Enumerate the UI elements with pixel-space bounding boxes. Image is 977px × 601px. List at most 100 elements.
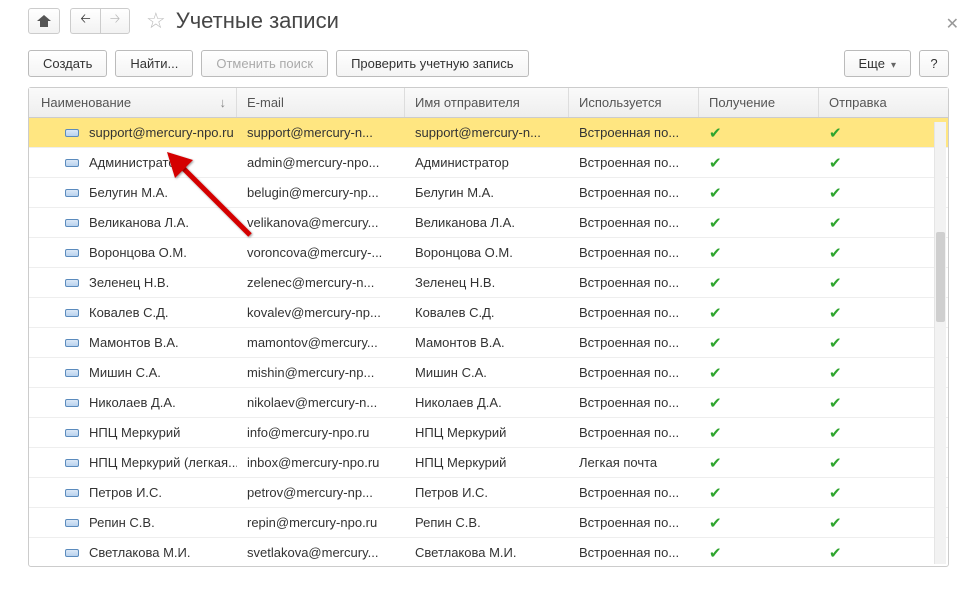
cell-receive: ✔ xyxy=(699,184,819,202)
cell-used: Встроенная по... xyxy=(569,485,699,500)
cell-send: ✔ xyxy=(819,124,929,142)
check-icon: ✔ xyxy=(709,455,722,472)
find-button[interactable]: Найти... xyxy=(115,50,193,77)
forward-button[interactable]: 🡢 xyxy=(100,8,130,34)
cell-send: ✔ xyxy=(819,334,929,352)
cell-name: Великанова Л.А. xyxy=(89,215,189,230)
cell-name: support@mercury-npo.ru xyxy=(89,125,234,140)
create-button[interactable]: Создать xyxy=(28,50,107,77)
cell-used: Встроенная по... xyxy=(569,515,699,530)
cell-email: kovalev@mercury-np... xyxy=(237,305,405,320)
account-icon xyxy=(65,519,79,527)
cell-email: belugin@mercury-np... xyxy=(237,185,405,200)
page-title: Учетные записи xyxy=(176,8,339,34)
check-icon: ✔ xyxy=(829,485,842,502)
cell-sender: Воронцова О.М. xyxy=(405,245,569,260)
check-icon: ✔ xyxy=(829,395,842,412)
table-row[interactable]: НПЦ Меркурий (легкая...inbox@mercury-npo… xyxy=(29,448,948,478)
check-icon: ✔ xyxy=(709,365,722,382)
column-header-sender[interactable]: Имя отправителя xyxy=(405,88,569,117)
help-button[interactable]: ? xyxy=(919,50,949,77)
favorite-star-icon[interactable]: ☆ xyxy=(146,8,166,34)
cell-sender: Ковалев С.Д. xyxy=(405,305,569,320)
cell-sender: Мамонтов В.А. xyxy=(405,335,569,350)
cell-email: voroncova@mercury-... xyxy=(237,245,405,260)
cell-sender: Николаев Д.А. xyxy=(405,395,569,410)
check-icon: ✔ xyxy=(709,545,722,562)
column-header-email[interactable]: E-mail xyxy=(237,88,405,117)
cell-email: mishin@mercury-np... xyxy=(237,365,405,380)
column-header-used[interactable]: Используется xyxy=(569,88,699,117)
cell-used: Встроенная по... xyxy=(569,365,699,380)
cell-send: ✔ xyxy=(819,214,929,232)
check-icon: ✔ xyxy=(829,125,842,142)
check-icon: ✔ xyxy=(829,185,842,202)
cell-sender: Мишин С.А. xyxy=(405,365,569,380)
table-row[interactable]: НПЦ Меркурийinfo@mercury-npo.ruНПЦ Мерку… xyxy=(29,418,948,448)
cell-used: Легкая почта xyxy=(569,455,699,470)
cell-send: ✔ xyxy=(819,364,929,382)
cell-receive: ✔ xyxy=(699,364,819,382)
cell-used: Встроенная по... xyxy=(569,275,699,290)
account-icon xyxy=(65,129,79,137)
table-row[interactable]: Белугин М.А.belugin@mercury-np...Белугин… xyxy=(29,178,948,208)
check-icon: ✔ xyxy=(709,185,722,202)
cell-send: ✔ xyxy=(819,274,929,292)
more-button[interactable]: Еще xyxy=(844,50,911,77)
table-row[interactable]: Петров И.С.petrov@mercury-np...Петров И.… xyxy=(29,478,948,508)
check-icon: ✔ xyxy=(709,515,722,532)
scroll-thumb[interactable] xyxy=(936,232,945,322)
cell-sender: Администратор xyxy=(405,155,569,170)
account-icon xyxy=(65,339,79,347)
column-header-receive[interactable]: Получение xyxy=(699,88,819,117)
cell-receive: ✔ xyxy=(699,274,819,292)
account-icon xyxy=(65,219,79,227)
column-header-send[interactable]: Отправка xyxy=(819,88,929,117)
back-button[interactable]: 🡠 xyxy=(70,8,100,34)
table-row[interactable]: Воронцова О.М.voroncova@mercury-...Ворон… xyxy=(29,238,948,268)
table-row[interactable]: support@mercury-npo.rusupport@mercury-n.… xyxy=(29,118,948,148)
check-icon: ✔ xyxy=(709,305,722,322)
account-icon xyxy=(65,279,79,287)
cell-used: Встроенная по... xyxy=(569,335,699,350)
cell-name: Воронцова О.М. xyxy=(89,245,187,260)
table-row[interactable]: Репин С.В.repin@mercury-npo.ruРепин С.В.… xyxy=(29,508,948,538)
sort-indicator-icon: ↓ xyxy=(220,95,227,110)
check-icon: ✔ xyxy=(709,215,722,232)
table-row[interactable]: Мишин С.А.mishin@mercury-np...Мишин С.А.… xyxy=(29,358,948,388)
cell-receive: ✔ xyxy=(699,394,819,412)
check-icon: ✔ xyxy=(829,545,842,562)
table-row[interactable]: Светлакова М.И.svetlakova@mercury...Свет… xyxy=(29,538,948,566)
cell-email: zelenec@mercury-n... xyxy=(237,275,405,290)
cell-sender: Белугин М.А. xyxy=(405,185,569,200)
cell-used: Встроенная по... xyxy=(569,305,699,320)
home-button[interactable] xyxy=(28,8,60,34)
table-row[interactable]: Мамонтов В.А.mamontov@mercury...Мамонтов… xyxy=(29,328,948,358)
close-button[interactable]: ✕ xyxy=(946,14,959,34)
cell-send: ✔ xyxy=(819,484,929,502)
cell-used: Встроенная по... xyxy=(569,245,699,260)
cell-used: Встроенная по... xyxy=(569,545,699,560)
account-icon xyxy=(65,189,79,197)
arrow-right-icon: 🡢 xyxy=(110,10,121,32)
table-row[interactable]: Ковалев С.Д.kovalev@mercury-np...Ковалев… xyxy=(29,298,948,328)
account-icon xyxy=(65,309,79,317)
cell-name: Ковалев С.Д. xyxy=(89,305,169,320)
cell-email: mamontov@mercury... xyxy=(237,335,405,350)
verify-account-button[interactable]: Проверить учетную запись xyxy=(336,50,528,77)
account-icon xyxy=(65,429,79,437)
table-row[interactable]: Зеленец Н.В.zelenec@mercury-n...Зеленец … xyxy=(29,268,948,298)
cell-email: nikolaev@mercury-n... xyxy=(237,395,405,410)
check-icon: ✔ xyxy=(709,155,722,172)
cell-name: Репин С.В. xyxy=(89,515,155,530)
cell-receive: ✔ xyxy=(699,544,819,562)
cell-send: ✔ xyxy=(819,394,929,412)
check-icon: ✔ xyxy=(829,155,842,172)
table-row[interactable]: Николаев Д.А.nikolaev@mercury-n...Никола… xyxy=(29,388,948,418)
cell-send: ✔ xyxy=(819,304,929,322)
column-header-name[interactable]: Наименование ↓ xyxy=(29,88,237,117)
table-row[interactable]: Администраторadmin@mercury-npo...Админис… xyxy=(29,148,948,178)
cell-email: svetlakova@mercury... xyxy=(237,545,405,560)
scrollbar[interactable] xyxy=(934,122,946,564)
table-row[interactable]: Великанова Л.А.velikanova@mercury...Вели… xyxy=(29,208,948,238)
